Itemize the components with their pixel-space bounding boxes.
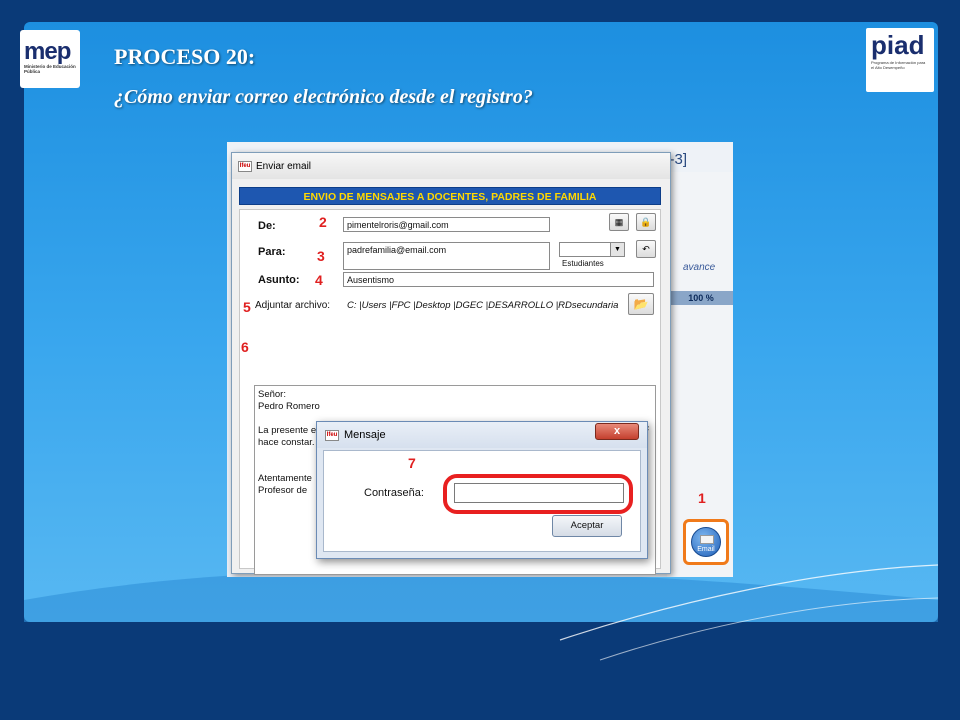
password-label: Contraseña: [364,487,424,499]
password-input[interactable] [454,483,624,503]
background-app-panel [667,172,733,577]
asunto-label: Asunto: [258,274,300,286]
accept-button[interactable]: Aceptar [552,515,622,537]
email-button-label: Email [697,546,715,553]
progress-bar: 100 % [669,291,733,305]
step-marker-3: 3 [317,248,325,264]
avance-label: avance [683,262,716,273]
mep-logo-caption: Ministerio de Educación Pública [24,64,76,74]
attachment-path: C: |Users |FPC |Desktop |DGEC |DESARROLL… [347,300,619,311]
mep-logo-text: mep [24,38,71,65]
slide-title: PROCESO 20: [114,44,256,69]
dialog-body: 7 Contraseña: Aceptar [323,450,641,552]
email-icon: Email [691,527,721,557]
open-folder-icon[interactable]: 📂 [628,293,654,315]
piad-logo-text: piad [871,30,925,60]
dialog-title: Mensaje [344,429,386,441]
chevron-down-icon: ▼ [610,243,624,256]
para-input[interactable]: padrefamilia@email.com [343,242,550,270]
estudiantes-combo[interactable]: ▼ [559,242,625,257]
contacts-icon[interactable]: ▦ [609,213,629,231]
de-label: De: [258,220,276,232]
step-marker-4: 4 [315,272,323,288]
email-window-title: Enviar email [256,160,312,172]
email-send-button[interactable]: Email [683,519,729,565]
piad-logo: piad Programa de Información para el Alt… [866,28,934,92]
email-window-titlebar[interactable]: Ifeu Enviar email [232,153,670,179]
step-marker-7: 7 [408,455,416,471]
mep-logo: mep Ministerio de Educación Pública [20,30,80,88]
step-marker-6: 6 [241,339,249,355]
close-icon[interactable]: x [595,423,639,440]
adjuntar-label: Adjuntar archivo: [255,300,331,311]
de-input[interactable]: pimentelroris@gmail.com [343,217,550,232]
email-banner: ENVIO DE MENSAJES A DOCENTES, PADRES DE … [239,187,661,205]
step-marker-5: 5 [243,299,251,315]
step-marker-2: 2 [319,214,327,230]
envelope-icon [700,535,714,544]
piad-logo-caption: Programa de Información para el Alto Des… [871,60,926,70]
app-icon: Ifeu [238,160,252,172]
slide-subtitle: ¿Cómo enviar correo electrónico desde el… [114,86,533,108]
estudiantes-label: Estudiantes [562,259,604,268]
step-marker-1: 1 [698,490,706,506]
undo-icon[interactable]: ↶ [636,240,656,258]
lock-icon[interactable]: 🔒 [636,213,656,231]
para-label: Para: [258,246,286,258]
dialog-app-icon: Ifeu [325,429,339,441]
asunto-input[interactable]: Ausentismo [343,272,654,287]
password-dialog: Ifeu Mensaje x 7 Contraseña: Aceptar [316,421,648,559]
